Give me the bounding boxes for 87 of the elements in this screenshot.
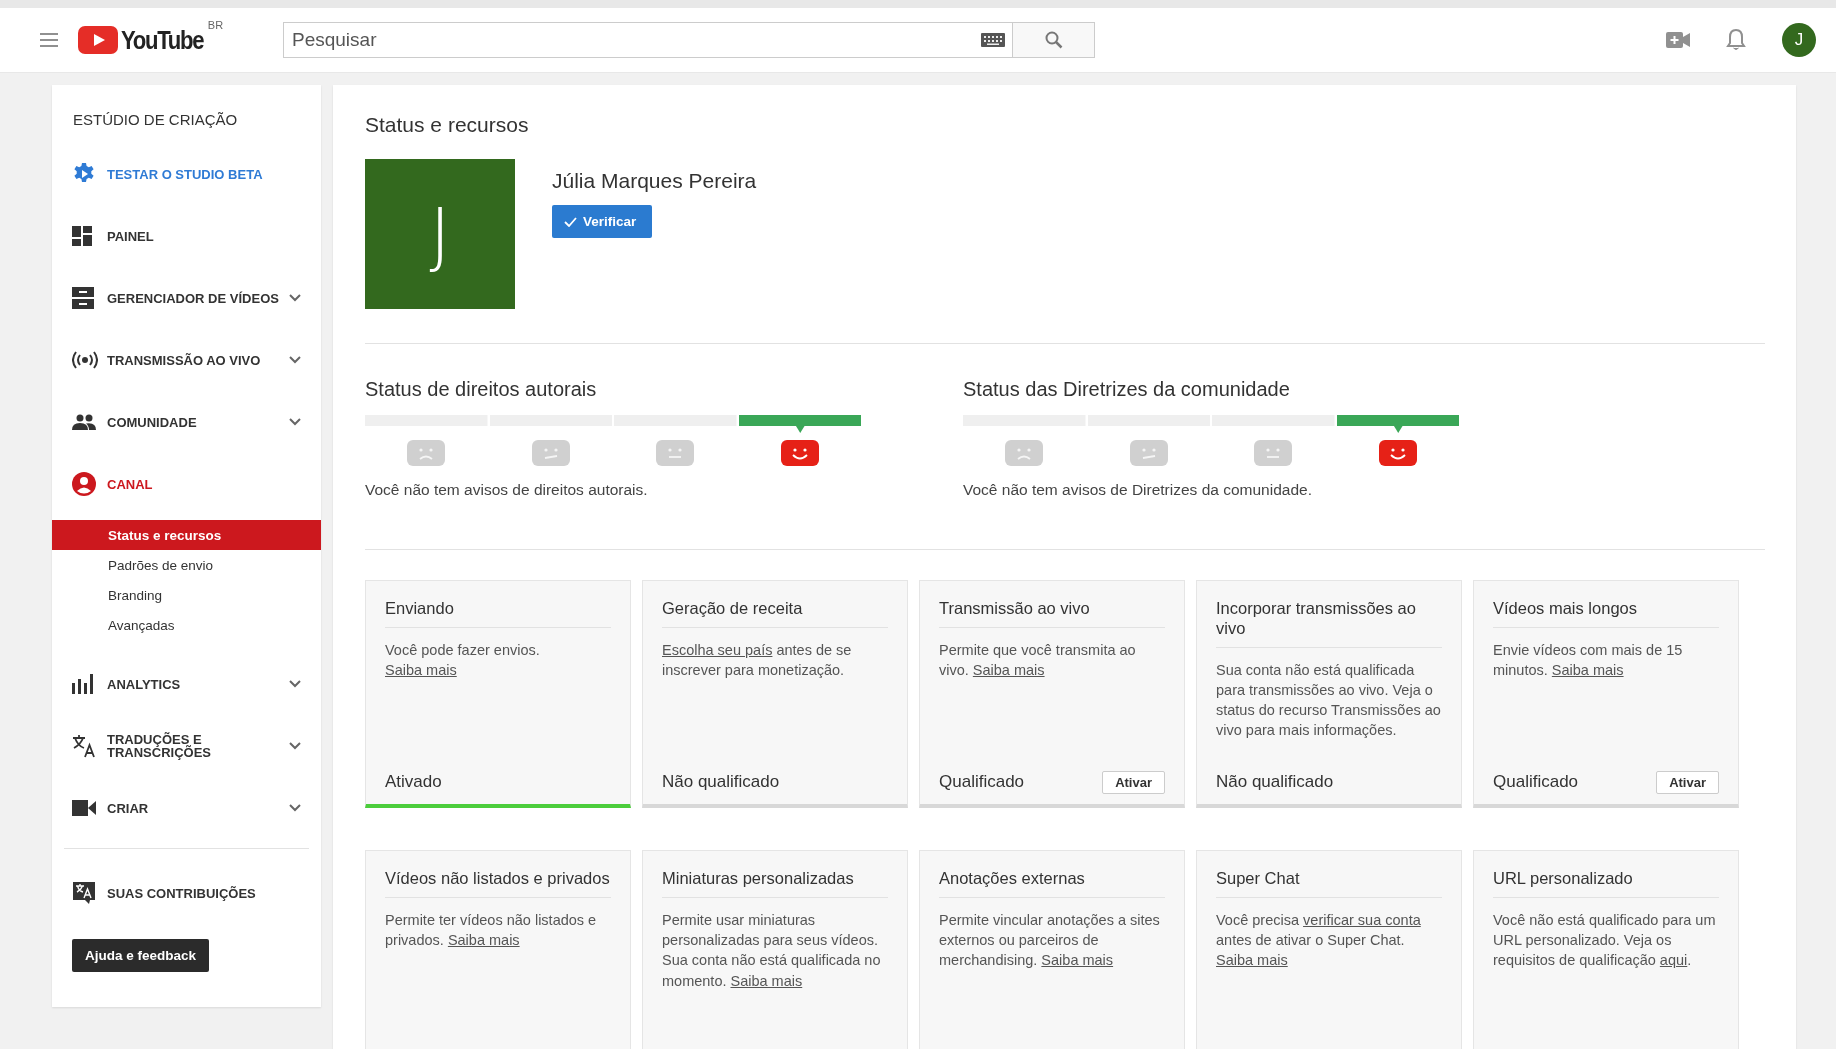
text-link[interactable]: Saiba mais — [1041, 952, 1114, 969]
status-message: Você não tem avisos de direitos autorais. — [365, 481, 649, 499]
text-link[interactable]: Saiba mais — [972, 662, 1045, 679]
translate-icon — [72, 734, 96, 758]
help-feedback-button[interactable]: Ajuda e feedback — [72, 939, 210, 972]
feature-status: Ativado — [385, 772, 442, 792]
text-link[interactable]: Saiba mais — [1551, 662, 1624, 679]
channel-name: Júlia Marques Pereira — [552, 169, 757, 193]
notifications-icon[interactable] — [1726, 28, 1746, 52]
search-icon — [1044, 31, 1063, 49]
chevron-down-icon[interactable] — [289, 418, 301, 426]
sidebar-item[interactable]: TRADUÇÕES E TRANSCRIÇÕES — [52, 732, 321, 760]
chevron-down-icon[interactable] — [289, 742, 301, 750]
bar-chart-icon — [72, 674, 94, 694]
activate-button[interactable]: Ativar — [1102, 770, 1165, 794]
translate-bubble-icon — [72, 881, 96, 905]
sidebar-item[interactable]: TESTAR O STUDIO BETA — [52, 160, 321, 188]
status-title: Status das Diretrizes da comunidade — [963, 378, 1291, 401]
feature-title: Anotações externas — [939, 869, 1165, 898]
feature-description: Permite que você transmita ao vivo. Saiba mais — [939, 640, 1137, 681]
sidebar-item[interactable]: GERENCIADOR DE VÍDEOS — [52, 284, 321, 312]
feature-title: Transmissão ao vivo — [939, 599, 1165, 628]
feature-status: Não qualificado — [1216, 772, 1334, 792]
activate-button[interactable]: Ativar — [1656, 770, 1719, 794]
feature-description: Envie vídeos com mais de 15 minutos. Saiba mais — [1493, 640, 1684, 681]
feature-description: Você precisa verificar sua conta antes de ativar o Super Chat. Saiba mais — [1216, 910, 1422, 971]
sidebar-item[interactable]: TRANSMISSÃO AO VIVO — [52, 346, 321, 374]
people-icon — [72, 414, 96, 430]
channel-avatar: J — [365, 159, 515, 309]
feature-description: Permite ter vídeos não listados e privados. Saiba mais — [385, 910, 598, 951]
text-link[interactable]: Saiba mais — [385, 662, 457, 679]
feature-status: Não qualificado — [662, 772, 780, 792]
feature-title: Enviando — [385, 599, 611, 628]
video-camera-icon — [72, 800, 96, 816]
status-title: Status de direitos autorais — [365, 378, 598, 401]
sidebar-item[interactable]: CANAL — [52, 470, 321, 498]
feature-status: Qualificado — [1493, 772, 1579, 792]
chevron-down-icon[interactable] — [289, 680, 301, 688]
feature-description: Escolha seu país antes de se inscrever para monetização. — [662, 640, 853, 681]
chevron-down-icon[interactable] — [289, 804, 301, 812]
search-field[interactable]: Pesquisar — [283, 22, 1013, 58]
sidebar-item[interactable]: COMUNIDADE — [52, 408, 321, 436]
page-title: Status e recursos — [365, 113, 530, 137]
video-camera-plus-icon[interactable] — [1666, 32, 1690, 48]
feature-description: Permite usar miniaturas personalizadas para seus vídeos. Sua conta não está qualificada no momento. Saiba mais — [662, 910, 882, 991]
sidebar-item[interactable]: SUAS CONTRIBUIÇÕES — [52, 879, 321, 907]
text-link[interactable]: Saiba mais — [447, 932, 520, 949]
sidebar-subitem[interactable]: Avançadas — [52, 610, 321, 640]
dashboard-icon — [72, 226, 92, 246]
feature-title: Vídeos não listados e privados — [385, 869, 611, 898]
feature-status: Qualificado — [939, 772, 1025, 792]
text-link[interactable]: Saiba mais — [1216, 952, 1288, 969]
feature-description: Permite vincular anotações a sites externos ou parceiros de merchandising. Saiba mais — [939, 910, 1161, 971]
sidebar-subitem[interactable]: Branding — [52, 580, 321, 610]
text-link[interactable]: verificar sua conta — [1303, 911, 1421, 928]
account-icon — [72, 472, 96, 496]
text-link[interactable]: Saiba mais — [730, 972, 803, 989]
logo-text[interactable]: YouTube — [121, 24, 204, 56]
live-broadcast-icon — [72, 351, 98, 369]
checkmark-icon — [564, 216, 577, 227]
search-button[interactable] — [1013, 22, 1095, 58]
feature-description: Você pode fazer envios. Saiba mais — [385, 640, 541, 681]
feature-title: Vídeos mais longos — [1493, 599, 1719, 628]
sidebar-subitem[interactable]: Status e recursos — [52, 520, 321, 550]
chevron-down-icon[interactable] — [289, 356, 301, 364]
feature-title: URL personalizado — [1493, 869, 1719, 898]
play-logo-icon — [78, 26, 118, 54]
sidebar-item[interactable]: ANALYTICS — [52, 670, 321, 698]
drawers-icon — [72, 287, 94, 309]
account-avatar[interactable]: J — [1782, 23, 1816, 57]
status-message: Você não tem avisos de Diretrizes da comunidade. — [963, 481, 1313, 499]
feature-title: Geração de receita — [662, 599, 888, 628]
verify-button[interactable]: Verificar — [552, 205, 653, 238]
feature-title: Super Chat — [1216, 869, 1442, 898]
feature-description: Sua conta não está qualificada para transmissões ao vivo. Veja o status do recurso Transmissões ao vivo para mais informações. — [1216, 660, 1442, 741]
sidebar-item[interactable]: CRIAR — [52, 794, 321, 822]
sidebar-subitem[interactable]: Padrões de envio — [52, 550, 321, 580]
feature-description: Você não está qualificado para um URL personalizado. Veja os requisitos de qualificação aqui. — [1493, 910, 1717, 971]
keyboard-icon[interactable] — [981, 33, 1005, 47]
feature-title: Incorporar transmissões ao vivo — [1216, 599, 1442, 648]
chevron-down-icon[interactable] — [289, 294, 301, 302]
sidebar-title: ESTÚDIO DE CRIAÇÃO — [72, 111, 239, 128]
text-link[interactable]: Escolha seu país — [662, 641, 773, 658]
menu-icon[interactable] — [40, 33, 58, 47]
region-label: BR — [207, 18, 224, 31]
sidebar-item[interactable]: PAINEL — [52, 222, 321, 250]
feature-title: Miniaturas personalizadas — [662, 869, 888, 898]
